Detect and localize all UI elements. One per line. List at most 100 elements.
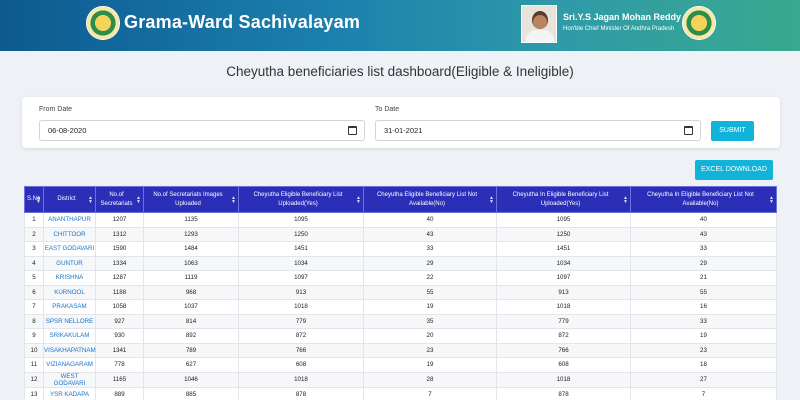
district-link[interactable]: PRAKASAM [43,299,96,315]
table-cell: 1018 [496,299,631,315]
calendar-icon[interactable] [684,126,693,135]
table-cell: 19 [363,357,497,373]
district-link[interactable]: KURNOOL [43,284,96,300]
table-cell: 1250 [496,226,631,242]
table-cell: 33 [630,313,777,329]
table-cell: 627 [143,357,239,373]
table-cell: 9 [24,328,44,344]
district-link[interactable]: VISAKHAPATNAM [43,342,96,358]
table-cell: 13 [24,386,44,400]
table-cell: 878 [238,386,364,400]
sort-icon[interactable]: ▲ ▼ [623,195,628,204]
table-cell: 19 [363,299,497,315]
table-cell: 878 [496,386,631,400]
sort-icon[interactable]: ▲ ▼ [769,195,774,204]
table-row: 4 GUNTUR 1334 1063 1034 29 1034 29 [24,255,777,271]
to-date-value: 31-01-2021 [384,126,423,135]
table-cell: 7 [630,386,777,400]
table-cell: 4 [24,255,44,271]
column-header[interactable]: No.of Secretariats Images Uploaded ▲ ▼ [143,186,239,213]
table-cell: 1188 [95,284,144,300]
page-title: Cheyutha beneficiaries list dashboard(El… [226,64,574,79]
table-cell: 1287 [95,270,144,286]
district-link[interactable]: ANANTHAPUR [43,212,96,228]
table-cell: 1135 [143,212,239,228]
table-cell: 872 [238,328,364,344]
district-link[interactable]: VIZIANAGARAM [43,357,96,373]
sort-icon[interactable]: ▲ ▼ [356,195,361,204]
table-cell: 55 [630,284,777,300]
table-cell: 1119 [143,270,239,286]
district-link[interactable]: SPSR NELLORE [43,313,96,329]
ap-emblem-logo-right [682,6,716,40]
table-cell: 1095 [496,212,631,228]
table-cell: 23 [363,342,497,358]
beneficiaries-table: S.No ▲ ▼ District ▲ ▼ No.of Secretariats ▲ ▼ No.o… [24,186,777,400]
top-header: Grama-Ward Sachivalayam Sri.Y.S Jagan Mo… [0,0,800,51]
table-cell: 40 [363,212,497,228]
table-cell: 1018 [238,299,364,315]
excel-download-button[interactable]: EXCEL DOWNLOAD [695,160,773,180]
table-cell: 608 [238,357,364,373]
table-cell: 19 [630,328,777,344]
table-cell: 33 [630,241,777,257]
table-cell: 5 [24,270,44,286]
sort-icon[interactable]: ▲ ▼ [231,195,236,204]
submit-button[interactable]: SUBMIT [711,121,754,141]
table-cell: 1037 [143,299,239,315]
sort-icon[interactable]: ▲ ▼ [136,195,141,204]
table-cell: 16 [630,299,777,315]
table-cell: 6 [24,284,44,300]
column-header-label: Cheyutha Eligible Beneficiary List Uploa… [253,192,343,207]
table-cell: 1097 [238,270,364,286]
cm-name: Sri.Y.S Jagan Mohan Reddy [563,12,682,22]
from-date-input[interactable]: 06-08-2020 [39,120,365,141]
column-header[interactable]: Cheyutha Eligible Beneficiary List Not A… [363,186,497,213]
district-link[interactable]: EAST GODAVARI [43,241,96,257]
table-cell: 1484 [143,241,239,257]
table-row: 9 SRIKAKULAM 930 892 872 20 872 19 [24,328,777,344]
column-header[interactable]: District ▲ ▼ [43,186,96,213]
table-cell: 1207 [95,212,144,228]
district-link[interactable]: KRISHNA [43,270,96,286]
table-cell: 930 [95,328,144,344]
table-cell: 779 [496,313,631,329]
table-cell: 1058 [95,299,144,315]
district-link[interactable]: YSR KADAPA [43,386,96,400]
to-date-input[interactable]: 31-01-2021 [375,120,701,141]
table-cell: 1034 [496,255,631,271]
sort-icon[interactable]: ▲ ▼ [489,195,494,204]
table-cell: 7 [24,299,44,315]
table-row: 13 YSR KADAPA 889 885 878 7 878 7 [24,386,777,400]
table-cell: 1341 [95,342,144,358]
column-header[interactable]: Cheyutha In Eligible Beneficiary List Up… [496,186,631,213]
table-cell: 913 [496,284,631,300]
district-link[interactable]: SRIKAKULAM [43,328,96,344]
from-date-value: 06-08-2020 [48,126,87,135]
table-cell: 1018 [238,371,364,388]
table-cell: 608 [496,357,631,373]
table-row: 1 ANANTHAPUR 1207 1135 1095 40 1095 40 [24,212,777,228]
ap-emblem-logo [86,6,120,40]
district-link[interactable]: WEST GODAVARI [43,371,96,388]
calendar-icon[interactable] [348,126,357,135]
table-cell: 7 [363,386,497,400]
column-header-label: District [57,196,76,203]
table-cell: 889 [95,386,144,400]
app-title: Grama-Ward Sachivalayam [124,12,361,32]
sort-icon[interactable]: ▲ ▼ [36,195,41,204]
column-header[interactable]: Cheyutha In Eligible Beneficiary List No… [630,186,777,213]
to-date-label: To Date [375,106,400,113]
table-row: 10 VISAKHAPATNAM 1341 789 766 23 766 23 [24,342,777,358]
column-header[interactable]: S.No ▲ ▼ [24,186,44,213]
column-header[interactable]: No.of Secretariats ▲ ▼ [95,186,144,213]
table-cell: 40 [630,212,777,228]
district-link[interactable]: GUNTUR [43,255,96,271]
table-cell: 968 [143,284,239,300]
sort-icon[interactable]: ▲ ▼ [88,195,93,204]
column-header[interactable]: Cheyutha Eligible Beneficiary List Uploa… [238,186,364,213]
district-link[interactable]: CHITTOOR [43,226,96,242]
cm-subtitle: Hon'ble Chief Minister Of Andhra Pradesh [563,26,675,32]
table-cell: 1018 [496,371,631,388]
table-cell: 1451 [238,241,364,257]
